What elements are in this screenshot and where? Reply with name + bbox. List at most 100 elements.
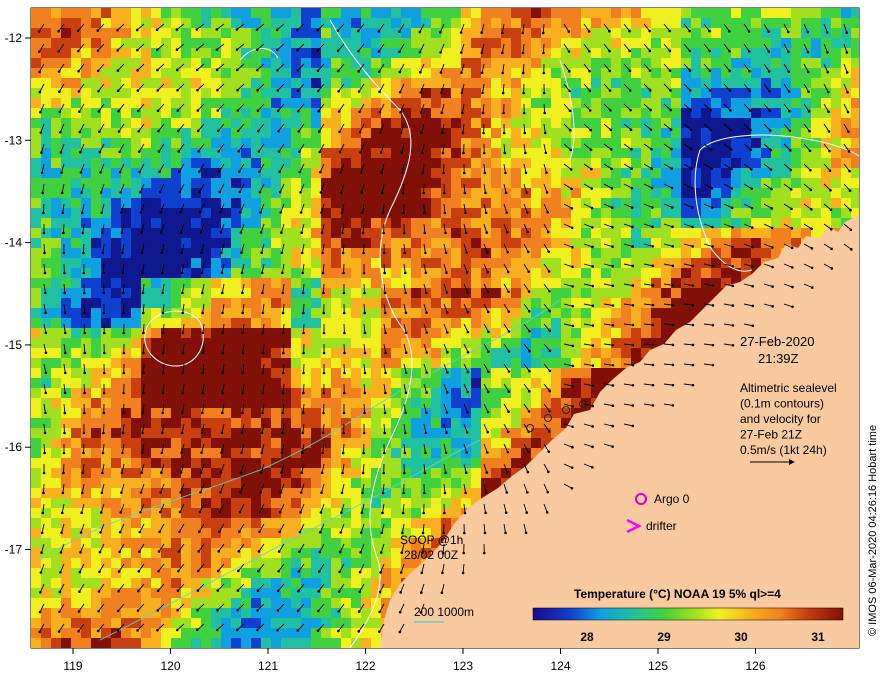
sst-cell <box>51 348 61 358</box>
sst-cell <box>351 538 361 548</box>
sst-cell <box>701 68 711 78</box>
sst-cell <box>601 348 611 358</box>
sst-cell <box>171 98 181 108</box>
sst-cell <box>191 498 201 508</box>
sst-cell <box>591 58 601 68</box>
sst-cell <box>831 58 841 68</box>
sst-cell <box>631 58 641 68</box>
sst-cell <box>671 188 681 198</box>
sst-cell <box>201 88 211 98</box>
sst-cell <box>481 178 491 188</box>
sst-cell <box>271 438 281 448</box>
sst-cell <box>31 298 41 308</box>
sst-cell <box>731 98 741 108</box>
sst-cell <box>821 108 831 118</box>
sst-cell <box>561 148 571 158</box>
sst-cell <box>641 188 651 198</box>
sst-cell <box>111 478 121 488</box>
sst-cell <box>311 478 321 488</box>
sst-cell <box>241 78 251 88</box>
sst-cell <box>321 238 331 248</box>
sst-cell <box>671 318 681 328</box>
sst-cell <box>351 318 361 328</box>
sst-cell <box>701 168 711 178</box>
sst-cell <box>191 8 201 18</box>
sst-cell <box>801 38 811 48</box>
sst-cell <box>811 198 821 208</box>
sst-cell <box>761 108 771 118</box>
sst-cell <box>231 598 241 608</box>
sst-cell <box>431 78 441 88</box>
sst-cell <box>201 398 211 408</box>
sst-cell <box>151 598 161 608</box>
sst-cell <box>601 228 611 238</box>
sst-cell <box>121 278 131 288</box>
sst-cell <box>321 278 331 288</box>
sst-cell <box>441 28 451 38</box>
sst-cell <box>371 348 381 358</box>
sst-cell <box>441 8 451 18</box>
sst-cell <box>471 258 481 268</box>
sst-cell <box>681 168 691 178</box>
sst-cell <box>81 68 91 78</box>
sst-cell <box>671 208 681 218</box>
sst-cell <box>411 188 421 198</box>
sst-cell <box>511 288 521 298</box>
sst-cell <box>81 478 91 488</box>
sst-cell <box>131 358 141 368</box>
sst-cell <box>81 198 91 208</box>
sst-cell <box>311 428 321 438</box>
sst-cell <box>301 598 311 608</box>
sst-cell <box>271 378 281 388</box>
sst-cell <box>551 178 561 188</box>
sst-cell <box>111 558 121 568</box>
sst-cell <box>371 438 381 448</box>
sst-cell <box>281 528 291 538</box>
sst-cell <box>631 328 641 338</box>
sst-cell <box>491 298 501 308</box>
sst-cell <box>431 308 441 318</box>
sst-cell <box>131 578 141 588</box>
sst-cell <box>461 38 471 48</box>
sst-cell <box>421 518 431 528</box>
sst-cell <box>821 88 831 98</box>
sst-cell <box>481 238 491 248</box>
sst-cell <box>271 178 281 188</box>
sst-cell <box>391 408 401 418</box>
sst-cell <box>181 218 191 228</box>
sst-cell <box>111 408 121 418</box>
sst-cell <box>291 68 301 78</box>
sst-cell <box>451 398 461 408</box>
sst-cell <box>491 308 501 318</box>
sst-cell <box>331 358 341 368</box>
sst-cell <box>141 218 151 228</box>
sst-cell <box>531 228 541 238</box>
sst-cell <box>131 198 141 208</box>
sst-cell <box>671 68 681 78</box>
sst-cell <box>71 428 81 438</box>
sst-cell <box>101 348 111 358</box>
sst-cell <box>351 228 361 238</box>
sst-cell <box>451 128 461 138</box>
sst-cell <box>191 468 201 478</box>
sst-cell <box>661 138 671 148</box>
sst-cell <box>541 78 551 88</box>
sst-cell <box>741 208 751 218</box>
sst-cell <box>41 238 51 248</box>
sst-cell <box>411 138 421 148</box>
sst-cell <box>551 328 561 338</box>
sst-map: 119 120 121 122 123 124 125 126 -12-13-14-15-16… <box>5 7 879 673</box>
sst-cell <box>501 348 511 358</box>
sst-cell <box>371 38 381 48</box>
sst-cell <box>321 68 331 78</box>
sst-cell <box>281 358 291 368</box>
sst-cell <box>131 218 141 228</box>
sst-cell <box>691 58 701 68</box>
sst-cell <box>281 318 291 328</box>
sst-cell <box>211 278 221 288</box>
sst-cell <box>121 598 131 608</box>
sst-cell <box>81 378 91 388</box>
sst-cell <box>101 528 111 538</box>
sst-cell <box>591 208 601 218</box>
sst-cell <box>41 128 51 138</box>
